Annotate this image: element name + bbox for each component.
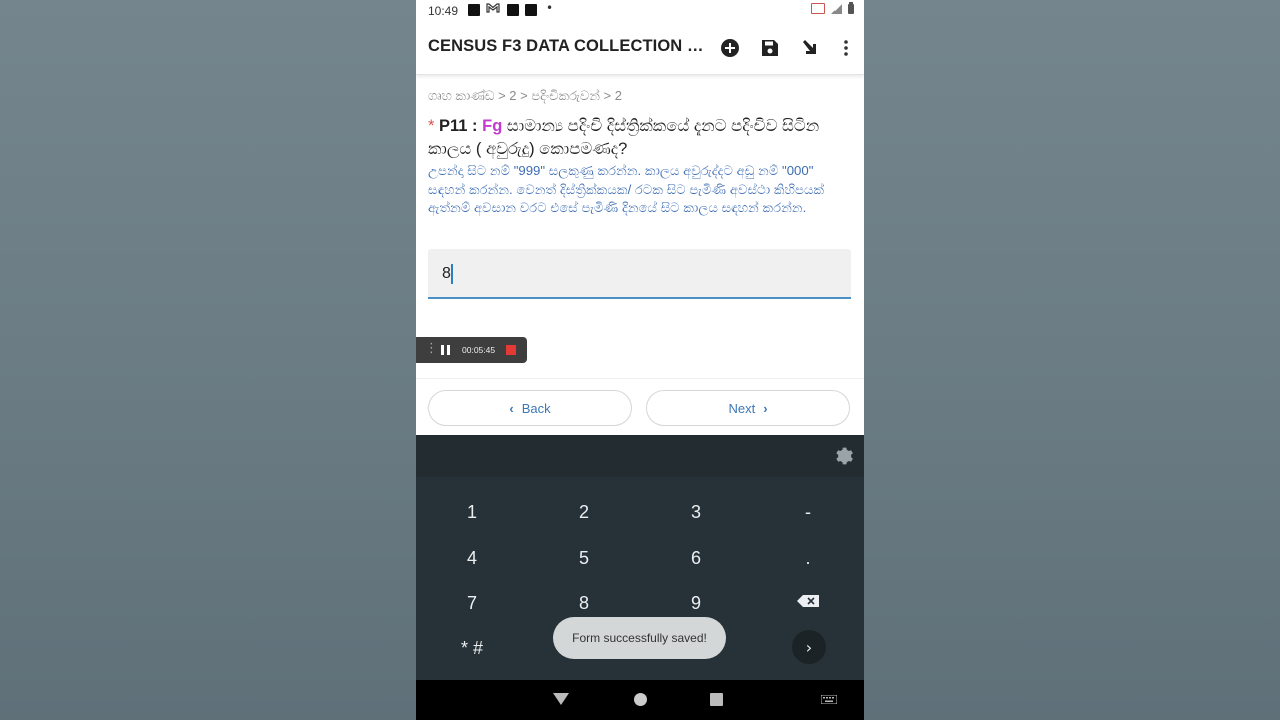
question-hint: උපන්දා සිට නම් "999" සලකුණු කරන්න. කාලය … (428, 163, 825, 215)
keyboard-next-key[interactable]: › (792, 630, 826, 664)
navigation-icon (803, 40, 816, 54)
keyboard-toolbar (416, 435, 864, 477)
app-title: CENSUS F3 DATA COLLECTION 20… (428, 37, 704, 55)
key-2[interactable]: 2 (528, 490, 640, 534)
required-marker: * (428, 117, 435, 135)
stop-recording-icon[interactable] (506, 345, 516, 355)
key-4[interactable]: 4 (416, 536, 528, 580)
navigation-button[interactable] (798, 36, 822, 60)
overflow-menu-icon (844, 40, 848, 56)
backspace-key[interactable] (752, 579, 864, 623)
screen-recorder-widget[interactable]: ⋮ 00:05:45 (416, 337, 527, 363)
key-symbols[interactable]: * # (416, 626, 528, 670)
toast-message: Form successfully saved! (553, 617, 726, 659)
save-icon (762, 40, 778, 56)
settings-gear-icon[interactable] (832, 445, 854, 467)
overflow-menu-button[interactable] (834, 36, 858, 60)
chevron-left-icon: ‹ (509, 400, 514, 416)
question-label: * P11 : Fg සාමාන්‍ය පදිංචි දිස්ත්‍රික්කය… (428, 115, 853, 161)
form-navigation: ‹ Back Next › (416, 378, 864, 436)
status-bar: 10:49 • (416, 0, 864, 22)
save-button[interactable] (758, 36, 782, 60)
answer-value: 8 (442, 265, 451, 282)
cast-icon (811, 3, 825, 14)
pause-icon[interactable] (441, 345, 450, 355)
app-notification-icon (525, 4, 537, 16)
key-5[interactable]: 5 (528, 536, 640, 580)
key-1[interactable]: 1 (416, 490, 528, 534)
key-minus[interactable]: - (752, 490, 864, 534)
gmail-icon (486, 2, 500, 17)
key-6[interactable]: 6 (640, 536, 752, 580)
add-button[interactable] (718, 36, 742, 60)
drag-handle[interactable]: ⋮ (425, 342, 438, 355)
breadcrumb: ගෘහ කාණ්ඩ > 2 > පදිංචිකරුවන් > 2 (428, 88, 622, 103)
system-home-icon[interactable] (634, 693, 647, 706)
question-code: P11 : (439, 117, 478, 135)
status-time: 10:49 (428, 4, 459, 18)
recording-timer: 00:05:45 (462, 345, 496, 355)
text-cursor (451, 264, 453, 284)
back-button-label: Back (521, 400, 551, 416)
more-notifications-dot: • (546, 1, 554, 15)
backspace-icon (797, 595, 819, 607)
system-status-icons (811, 2, 854, 14)
system-back-icon[interactable] (553, 693, 569, 705)
system-recents-icon[interactable] (710, 693, 723, 706)
key-3[interactable]: 3 (640, 490, 752, 534)
add-icon (721, 39, 739, 57)
keyboard-switch-icon[interactable] (821, 695, 837, 704)
phone-screen: 10:49 • CENSUS F3 DATA COLLECTION 20… ගෘ… (416, 0, 864, 720)
app-notification-icon (507, 4, 519, 16)
key-7[interactable]: 7 (416, 581, 528, 625)
next-button-label: Next (728, 400, 756, 416)
app-bar: CENSUS F3 DATA COLLECTION 20… (416, 22, 864, 75)
key-period[interactable]: . (752, 536, 864, 580)
signal-icon (831, 3, 842, 14)
answer-input[interactable]: 8 (428, 249, 851, 299)
chevron-right-icon: › (763, 400, 768, 416)
question-tag: Fg (482, 117, 503, 135)
next-button[interactable]: Next › (646, 390, 850, 426)
back-button[interactable]: ‹ Back (428, 390, 632, 426)
battery-icon (848, 2, 854, 14)
system-navigation-bar (416, 680, 864, 720)
app-notification-icon (468, 4, 480, 16)
